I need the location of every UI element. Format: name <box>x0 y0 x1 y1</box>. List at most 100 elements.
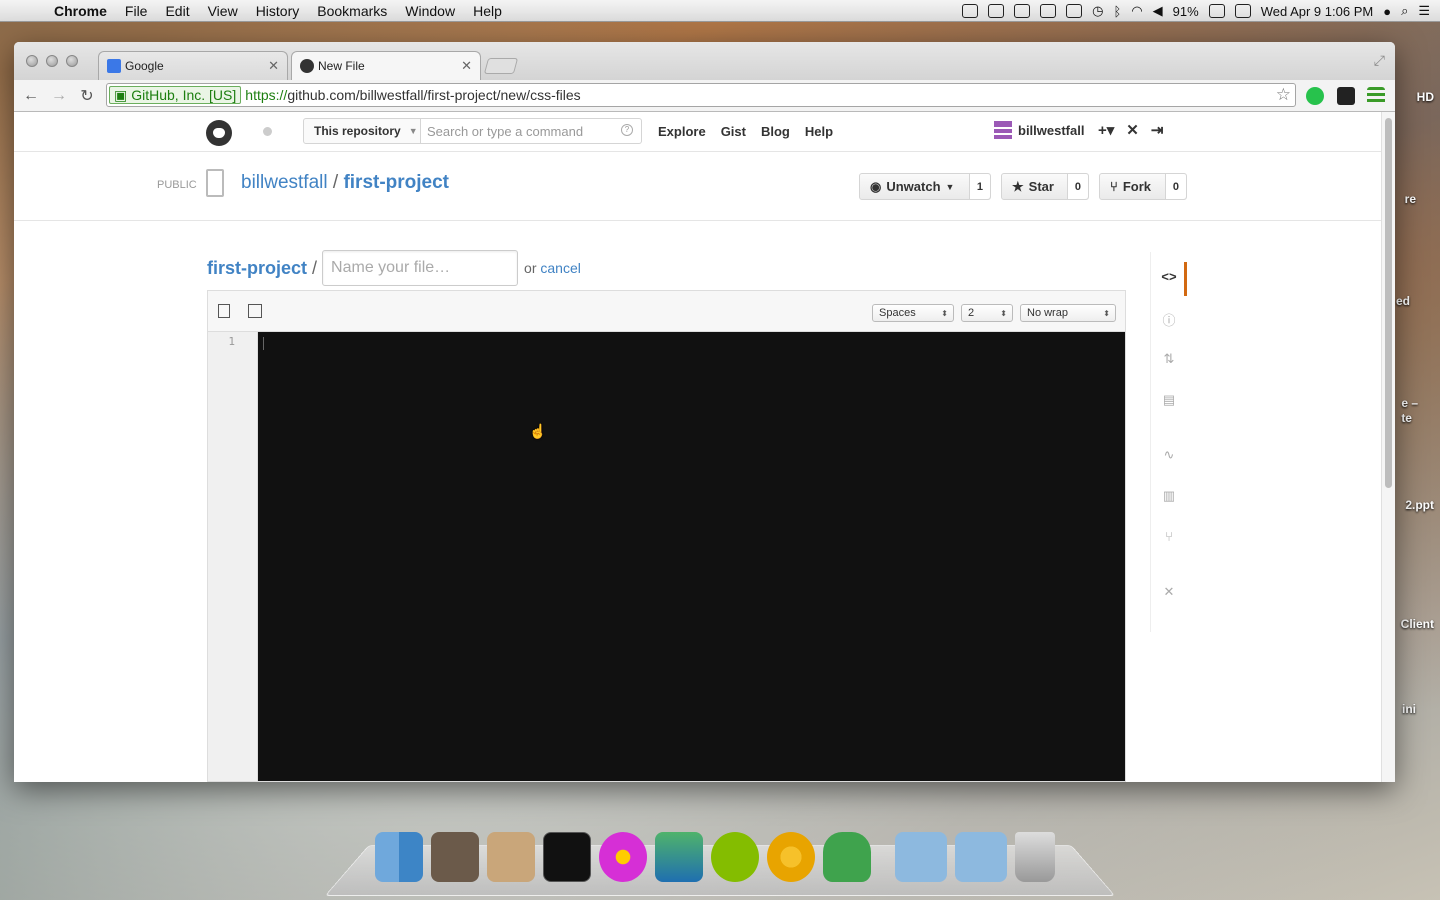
cancel-link[interactable]: cancel <box>540 260 580 276</box>
iphoto-icon[interactable] <box>487 832 535 882</box>
star-button[interactable]: ★ Star 0 <box>1001 173 1089 200</box>
repo-settings-icon[interactable]: ✕ <box>1161 584 1177 600</box>
r-extension-icon[interactable] <box>1337 87 1355 105</box>
file-icon[interactable] <box>218 304 230 318</box>
photo-app-icon[interactable] <box>655 832 703 882</box>
desktop-label-ppt[interactable]: 2.ppt <box>1405 498 1434 512</box>
minimize-window-button[interactable] <box>46 55 58 67</box>
bluetooth-icon[interactable]: ᛒ <box>1114 4 1122 19</box>
ev-certificate-badge[interactable]: ▣ GitHub, Inc. [US] <box>109 86 242 104</box>
fork-count[interactable]: 0 <box>1164 174 1186 199</box>
breadcrumb-repo-link[interactable]: first-project <box>207 258 307 279</box>
applications-folder-icon[interactable] <box>895 832 947 882</box>
help-icon[interactable]: ? <box>621 124 633 136</box>
nav-blog[interactable]: Blog <box>761 124 790 139</box>
chrome-menu-icon[interactable] <box>1367 87 1385 105</box>
page-scrollbar[interactable] <box>1381 112 1395 782</box>
pulse-icon[interactable]: ∿ <box>1161 447 1177 463</box>
calendar-icon[interactable] <box>1234 4 1251 18</box>
menu-edit[interactable]: Edit <box>165 3 189 19</box>
indent-mode-select[interactable]: Spaces ⬍ <box>872 304 954 322</box>
watch-count[interactable]: 1 <box>968 174 990 199</box>
menu-window[interactable]: Window <box>405 3 455 19</box>
desktop-label-re[interactable]: re <box>1405 192 1416 206</box>
wiki-icon[interactable]: ▤ <box>1161 392 1177 408</box>
new-tab-button[interactable] <box>483 58 519 74</box>
volume-icon[interactable]: ◀ <box>1153 3 1163 19</box>
sign-out-icon[interactable]: ⇥ <box>1151 121 1164 139</box>
battery-icon[interactable] <box>1208 4 1225 18</box>
back-icon[interactable]: ← <box>20 87 42 105</box>
filename-input[interactable]: Name your file… <box>322 250 519 286</box>
close-tab-icon[interactable]: ✕ <box>461 58 472 74</box>
dropbox-icon[interactable] <box>1014 4 1031 18</box>
network-icon[interactable]: ⑂ <box>1161 529 1177 544</box>
desktop-label-hd[interactable]: HD <box>1417 90 1434 104</box>
tab-new-file[interactable]: New File ✕ <box>291 51 481 80</box>
wifi-icon[interactable]: ◠ <box>1131 3 1142 19</box>
spotify-icon[interactable] <box>711 832 759 882</box>
evernote-extension-icon[interactable] <box>1306 87 1324 105</box>
notifications-icon[interactable] <box>263 127 272 136</box>
desktop-label-client[interactable]: Client <box>1401 617 1434 631</box>
fullscreen-editor-icon[interactable] <box>248 304 262 318</box>
menu-bookmarks[interactable]: Bookmarks <box>317 3 387 19</box>
address-bar[interactable]: ▣ GitHub, Inc. [US] https:// github.com/b… <box>106 83 1296 107</box>
memory-icon[interactable] <box>1066 4 1083 18</box>
user-menu[interactable]: billwestfall <box>994 121 1084 139</box>
forward-icon[interactable]: → <box>48 87 70 105</box>
time-machine-icon[interactable]: ◷ <box>1092 3 1103 19</box>
adium-icon[interactable] <box>823 832 871 882</box>
battery-percent[interactable]: 91% <box>1173 4 1199 19</box>
nav-explore[interactable]: Explore <box>658 124 706 139</box>
window-manager-icon[interactable] <box>1040 4 1057 18</box>
chrome-canary-icon[interactable] <box>767 832 815 882</box>
reload-icon[interactable]: ↻ <box>76 86 98 106</box>
trash-icon[interactable] <box>1015 832 1055 882</box>
github-octocat-icon[interactable] <box>206 120 232 146</box>
search-scope-dropdown[interactable]: This repository ▼ <box>303 118 421 144</box>
desktop-label-ed[interactable]: ed <box>1396 294 1410 308</box>
close-window-button[interactable] <box>26 55 38 67</box>
clock[interactable]: Wed Apr 9 1:06 PM <box>1261 4 1374 19</box>
menu-app-name[interactable]: Chrome <box>54 3 107 19</box>
bookmark-star-icon[interactable]: ☆ <box>1276 85 1291 105</box>
unwatch-button[interactable]: ◉ Unwatch ▼ 1 <box>859 173 991 200</box>
indent-size-select[interactable]: 2 ⬍ <box>961 304 1013 322</box>
notification-center-icon[interactable]: ☰ <box>1418 3 1430 19</box>
star-count[interactable]: 0 <box>1066 174 1088 199</box>
nav-gist[interactable]: Gist <box>721 124 746 139</box>
spotlight-icon[interactable]: ⌕ <box>1401 3 1408 19</box>
desktop-label-te[interactable]: e – te <box>1401 396 1418 426</box>
code-area[interactable] <box>258 332 1125 781</box>
documents-folder-icon[interactable] <box>955 832 1007 882</box>
menu-help[interactable]: Help <box>473 3 502 19</box>
code-icon[interactable]: <> <box>1161 269 1177 284</box>
desktop-label-ini[interactable]: ini <box>1402 702 1416 716</box>
repo-name-link[interactable]: first-project <box>343 172 449 193</box>
preview-icon[interactable] <box>431 832 479 882</box>
menu-view[interactable]: View <box>208 3 238 19</box>
repo-owner-link[interactable]: billwestfall <box>241 172 328 193</box>
scrollbar-thumb[interactable] <box>1385 118 1392 488</box>
terminal-icon[interactable] <box>543 832 591 882</box>
flower-app-icon[interactable] <box>599 832 647 882</box>
finder-icon[interactable] <box>375 832 423 882</box>
airplay-icon[interactable] <box>988 4 1005 18</box>
menu-file[interactable]: File <box>125 3 148 19</box>
user-icon[interactable]: ● <box>1383 4 1391 19</box>
status-app-icon[interactable] <box>962 4 979 18</box>
menu-history[interactable]: History <box>256 3 300 19</box>
pull-requests-icon[interactable]: ⇅ <box>1161 351 1177 367</box>
fork-button[interactable]: ⑂ Fork 0 <box>1099 173 1187 200</box>
zoom-window-button[interactable] <box>66 55 78 67</box>
create-new-icon[interactable]: +▾ <box>1098 121 1114 139</box>
wrap-mode-select[interactable]: No wrap ⬍ <box>1020 304 1116 322</box>
tab-google[interactable]: Google ✕ <box>98 51 288 80</box>
graphs-icon[interactable]: ▥ <box>1161 488 1177 504</box>
search-input[interactable]: Search or type a command ? <box>421 118 642 144</box>
issues-icon[interactable]: ⓘ <box>1161 310 1177 329</box>
close-tab-icon[interactable]: ✕ <box>268 58 279 74</box>
fullscreen-icon[interactable]: ⤢ <box>1374 52 1385 69</box>
settings-icon[interactable]: ✕ <box>1126 121 1139 139</box>
